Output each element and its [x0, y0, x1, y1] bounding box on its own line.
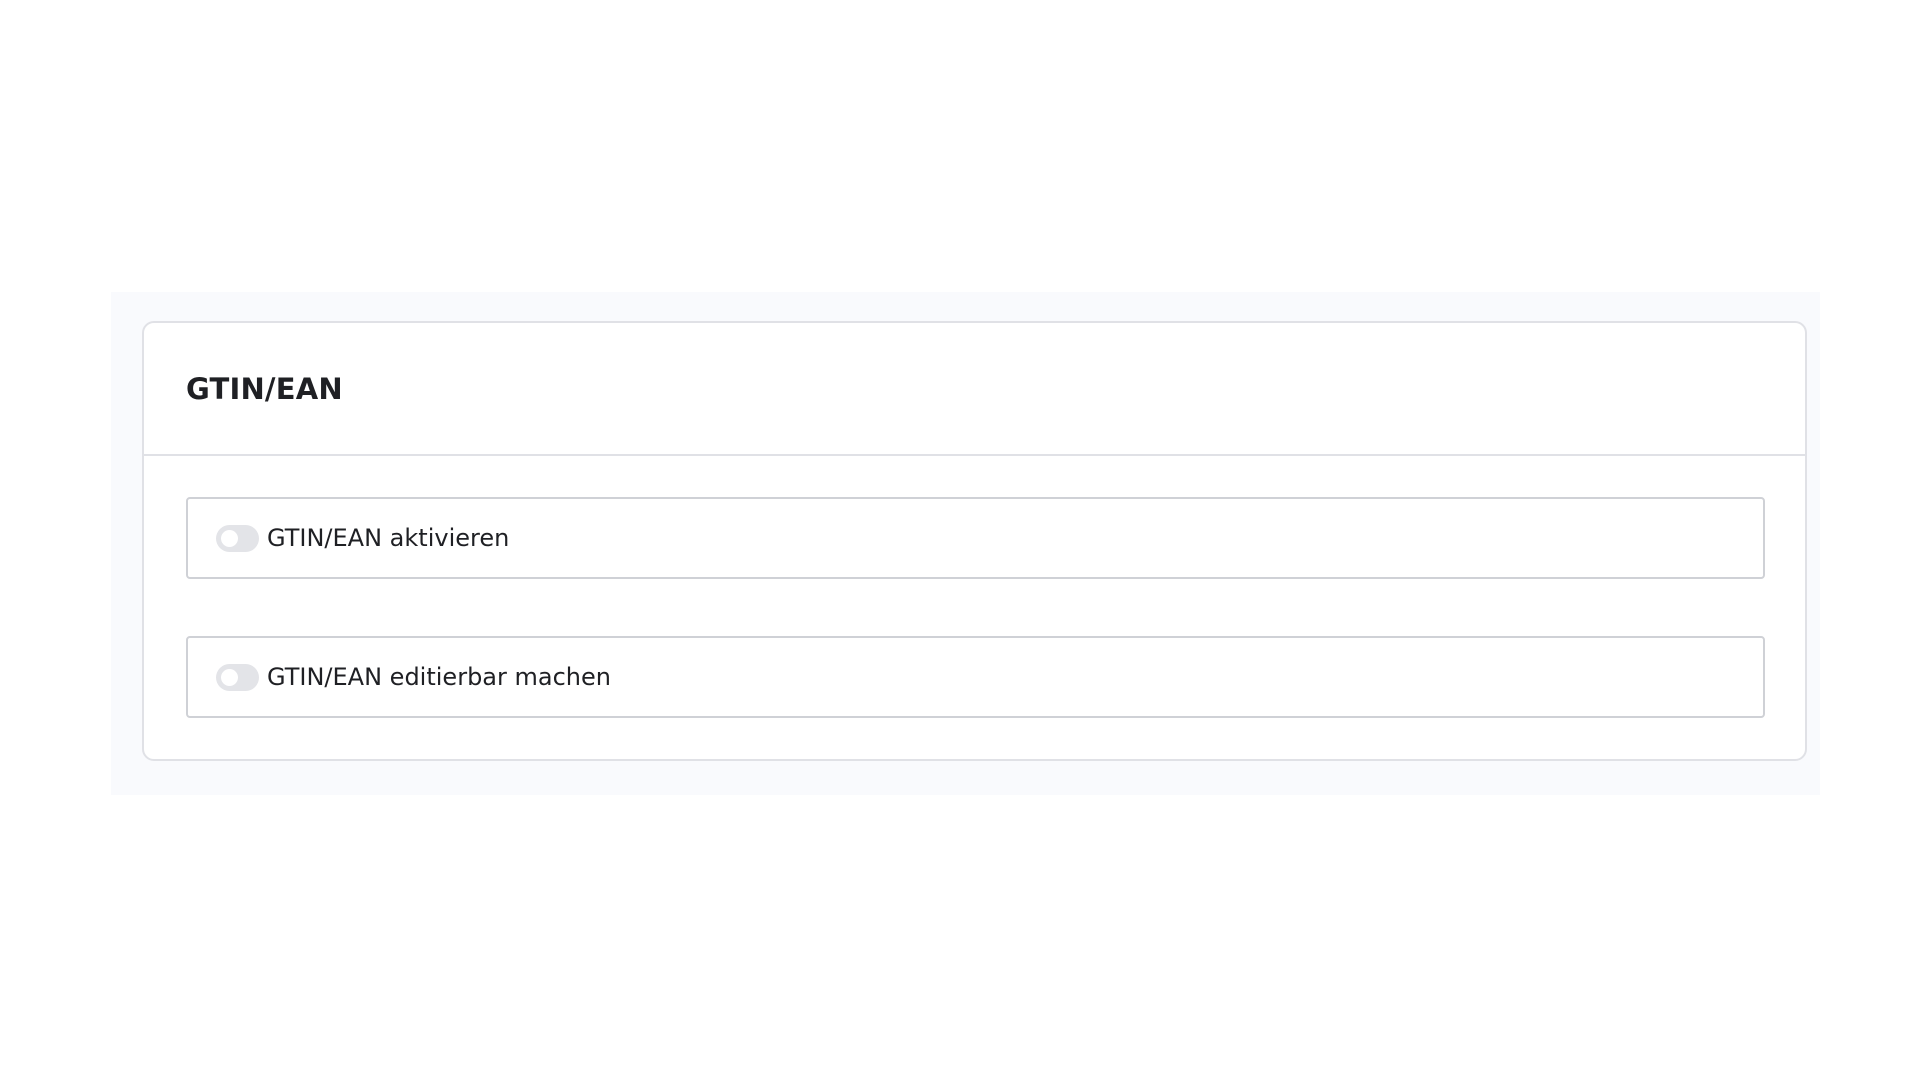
toggle-knob [221, 529, 238, 547]
gtin-ean-card: GTIN/EAN GTIN/EAN aktivieren GTIN/EAN ed… [142, 321, 1807, 761]
page: GTIN/EAN GTIN/EAN aktivieren GTIN/EAN ed… [0, 0, 1920, 1080]
toggle-knob [221, 668, 238, 686]
card-title: GTIN/EAN [186, 371, 343, 406]
editable-toggle-switch[interactable] [216, 663, 259, 691]
toggle-row-editable: GTIN/EAN editierbar machen [186, 636, 1765, 718]
editable-toggle-label[interactable]: GTIN/EAN editierbar machen [267, 663, 611, 691]
activate-toggle-label[interactable]: GTIN/EAN aktivieren [267, 524, 509, 552]
activate-toggle-switch[interactable] [216, 524, 259, 552]
toggle-row-activate: GTIN/EAN aktivieren [186, 497, 1765, 579]
settings-panel: GTIN/EAN GTIN/EAN aktivieren GTIN/EAN ed… [111, 292, 1820, 795]
card-header: GTIN/EAN [144, 323, 1805, 456]
card-body: GTIN/EAN aktivieren GTIN/EAN editierbar … [144, 456, 1805, 718]
